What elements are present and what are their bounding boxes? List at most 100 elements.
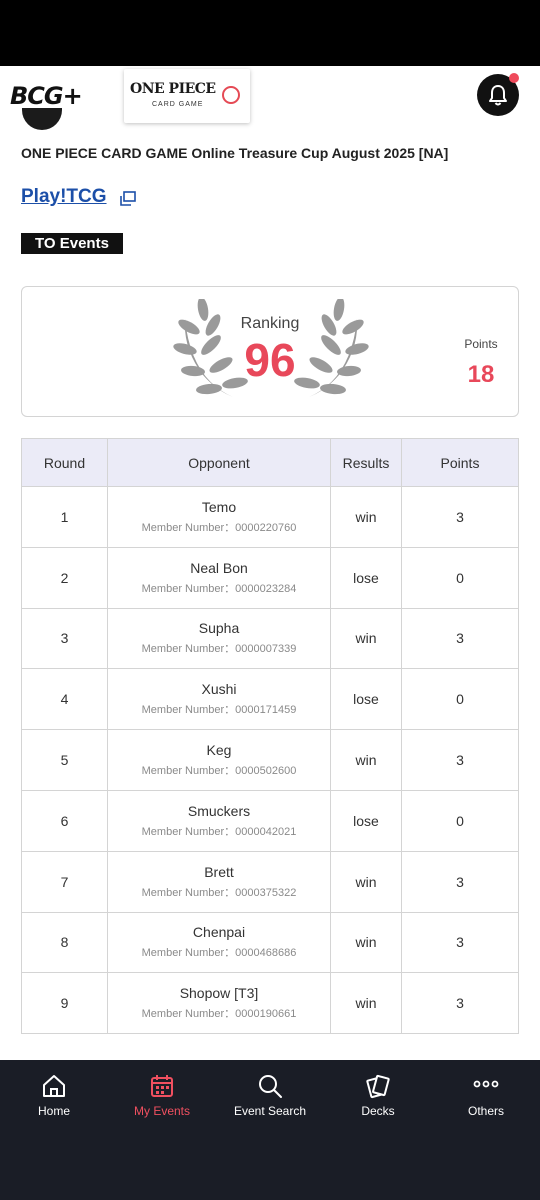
result-cell: win — [330, 607, 402, 670]
points-value: 18 — [467, 361, 495, 388]
member-number: Member Number：0000502600 — [141, 765, 297, 778]
external-link-icon[interactable] — [120, 191, 136, 207]
opponent-cell: Temo Member Number：0000220760 — [107, 486, 331, 548]
round-cell: 2 — [21, 546, 108, 609]
round-cell: 1 — [21, 486, 108, 548]
member-number: Member Number：0000171459 — [141, 704, 297, 717]
points-cell: 3 — [401, 911, 519, 974]
nav-decks[interactable]: Decks — [324, 1060, 432, 1168]
header-results: Results — [330, 438, 402, 487]
result-cell: win — [330, 486, 402, 548]
organizer-link[interactable]: Play!TCG — [21, 186, 107, 208]
result-cell: win — [330, 850, 402, 913]
member-number: Member Number：0000007339 — [141, 643, 297, 656]
round-cell: 4 — [21, 668, 108, 731]
opponent-name: Neal Bon — [190, 559, 248, 576]
ranking-label: Ranking — [240, 315, 300, 332]
opponent-name: Supha — [198, 620, 240, 637]
member-number: Member Number：0000042021 — [141, 825, 297, 838]
nav-label: Event Search — [233, 1104, 307, 1118]
opponent-cell: Shopow [T3] Member Number：0000190661 — [107, 972, 331, 1035]
search-icon — [259, 1075, 282, 1098]
calendar-icon — [151, 1075, 173, 1097]
opponent-cell: Chenpai Member Number：0000468686 — [107, 911, 331, 974]
nav-event-search[interactable]: Event Search — [216, 1060, 324, 1168]
to-events-badge[interactable]: TO Events — [21, 233, 123, 254]
opponent-name: Smuckers — [187, 802, 251, 819]
points-cell: 3 — [401, 486, 519, 548]
rounds-table: Round Opponent Results Points 1 Temo Memb… — [21, 438, 519, 1035]
cards-icon — [366, 1074, 390, 1099]
table-row: 1 Temo Member Number：0000220760 win 3 — [21, 486, 519, 548]
nav-others[interactable]: Others — [432, 1060, 540, 1168]
table-row: 8 Chenpai Member Number：0000468686 win 3 — [21, 911, 519, 974]
logo-title: ONE PIECE — [130, 81, 216, 97]
bcg-logo[interactable]: BCG+ — [10, 82, 83, 110]
ranking-card: Ranking 96 Points 18 — [21, 286, 519, 417]
nav-my-events[interactable]: My Events — [108, 1060, 216, 1168]
round-cell: 5 — [21, 729, 108, 791]
logo-emblem-icon — [222, 86, 240, 104]
bell-icon — [489, 85, 507, 106]
result-cell: lose — [330, 668, 402, 731]
opponent-name: Shopow [T3] — [179, 985, 259, 1002]
result-cell: win — [330, 911, 402, 974]
avatar — [22, 108, 62, 130]
points-cell: 0 — [401, 668, 519, 731]
logo-subtitle: CARD GAME — [152, 101, 204, 108]
points-label: Points — [464, 337, 498, 351]
bottom-nav: Home My Events Event Search Decks Others — [0, 1060, 540, 1168]
nav-label: Others — [467, 1104, 504, 1118]
result-cell: win — [330, 972, 402, 1035]
header-opponent: Opponent — [107, 438, 331, 487]
opponent-cell: Supha Member Number：0000007339 — [107, 607, 331, 670]
opponent-name: Chenpai — [192, 924, 246, 941]
result-cell: lose — [330, 789, 402, 852]
opponent-name: Temo — [201, 498, 237, 515]
round-cell: 3 — [21, 607, 108, 670]
status-bar — [0, 0, 540, 66]
points-cell: 0 — [401, 546, 519, 609]
nav-label: Home — [37, 1104, 70, 1118]
more-icon — [473, 1080, 499, 1088]
opponent-cell: Keg Member Number：0000502600 — [107, 729, 331, 791]
opponent-name: Keg — [206, 742, 232, 759]
opponent-cell: Neal Bon Member Number：0000023284 — [107, 546, 331, 609]
round-cell: 8 — [21, 911, 108, 974]
header-points: Points — [401, 438, 519, 487]
table-header-row: Round Opponent Results Points — [21, 438, 519, 487]
table-row: 9 Shopow [T3] Member Number：0000190661 wi… — [21, 972, 519, 1035]
member-number: Member Number：0000023284 — [141, 582, 297, 595]
header-round: Round — [21, 438, 108, 487]
ranking-value: 96 — [244, 334, 296, 386]
table-row: 3 Supha Member Number：0000007339 win 3 — [21, 607, 519, 670]
table-row: 7 Brett Member Number：0000375322 win 3 — [21, 850, 519, 913]
member-number: Member Number：0000375322 — [141, 886, 297, 899]
gesture-area — [0, 1168, 540, 1200]
app-header: BCG+ ONE PIECE CARD GAME — [0, 66, 540, 124]
member-number: Member Number：0000468686 — [141, 947, 297, 960]
result-cell: lose — [330, 546, 402, 609]
opponent-cell: Xushi Member Number：0000171459 — [107, 668, 331, 731]
table-row: 4 Xushi Member Number：0000171459 lose 0 — [21, 668, 519, 731]
round-cell: 7 — [21, 850, 108, 913]
round-cell: 9 — [21, 972, 108, 1035]
result-cell: win — [330, 729, 402, 791]
opponent-cell: Smuckers Member Number：0000042021 — [107, 789, 331, 852]
points-cell: 3 — [401, 972, 519, 1035]
opponent-cell: Brett Member Number：0000375322 — [107, 850, 331, 913]
table-row: 5 Keg Member Number：0000502600 win 3 — [21, 729, 519, 791]
one-piece-logo[interactable]: ONE PIECE CARD GAME — [124, 69, 250, 123]
points-cell: 3 — [401, 850, 519, 913]
round-cell: 6 — [21, 789, 108, 852]
nav-home[interactable]: Home — [0, 1060, 108, 1168]
member-number: Member Number：0000220760 — [141, 521, 297, 534]
nav-label: Decks — [361, 1104, 395, 1118]
points-cell: 3 — [401, 729, 519, 791]
home-icon — [43, 1075, 65, 1097]
opponent-name: Xushi — [201, 681, 237, 698]
event-title: ONE PIECE CARD GAME Online Treasure Cup … — [21, 145, 449, 161]
table-row: 6 Smuckers Member Number：0000042021 lose … — [21, 789, 519, 852]
points-cell: 3 — [401, 607, 519, 670]
nav-label: My Events — [133, 1104, 190, 1118]
